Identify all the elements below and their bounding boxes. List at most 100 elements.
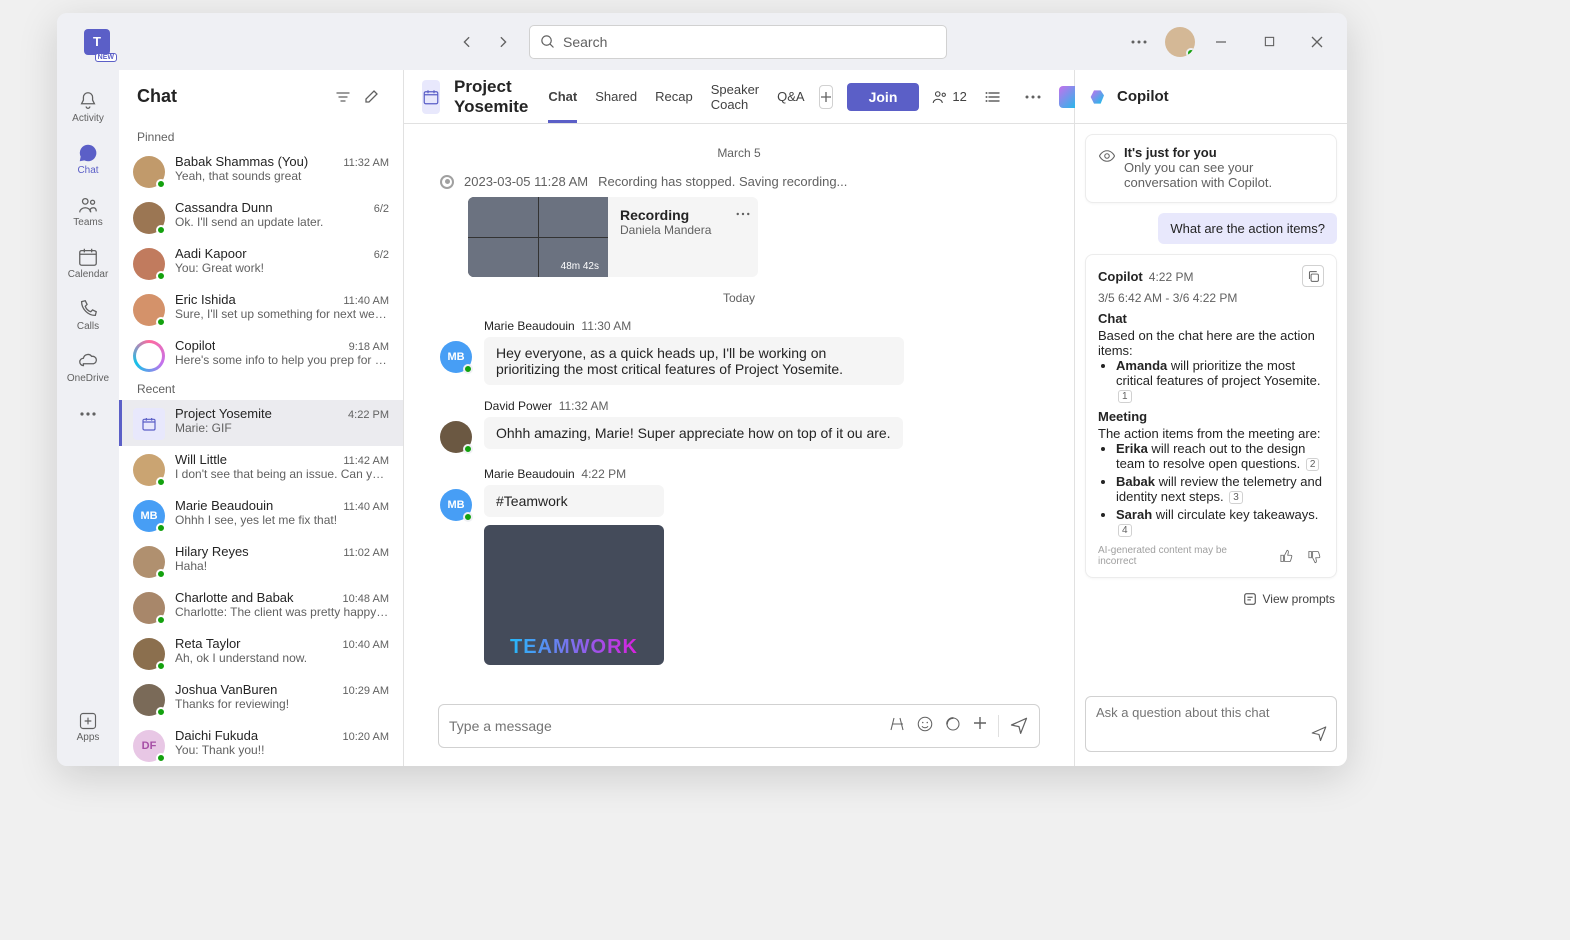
response-meeting-heading: Meeting	[1098, 409, 1324, 424]
copy-button[interactable]	[1302, 265, 1324, 287]
chat-item-avatar	[133, 592, 165, 624]
privacy-card: It's just for you Only you can see your …	[1085, 134, 1337, 203]
message-body: Ohhh amazing, Marie! Super appreciate ho…	[484, 417, 903, 449]
chat-list-item[interactable]: Charlotte and Babak10:48 AMCharlotte: Th…	[119, 584, 403, 630]
attach-button[interactable]	[972, 715, 988, 738]
copilot-input[interactable]	[1085, 696, 1337, 752]
chat-item-name: Babak Shammas (You)	[175, 154, 308, 169]
reference-badge[interactable]: 2	[1306, 458, 1320, 471]
bell-icon	[77, 90, 99, 112]
tab-speaker-coach[interactable]: Speaker Coach	[711, 70, 759, 123]
rail-more[interactable]	[58, 394, 118, 434]
participants-button[interactable]: 12	[931, 88, 966, 106]
message-avatar: MB	[440, 341, 472, 373]
minimize-button[interactable]	[1199, 20, 1243, 64]
recording-more-button[interactable]	[736, 203, 750, 219]
copilot-panel: Copilot It's just for you Only you can s…	[1075, 70, 1347, 766]
ai-disclaimer: AI-generated content may be incorrect	[1098, 545, 1268, 567]
recording-status-text: Recording has stopped. Saving recording.…	[598, 174, 847, 189]
reference-badge[interactable]: 3	[1229, 491, 1243, 504]
roster-button[interactable]	[979, 83, 1007, 111]
tab-shared[interactable]: Shared	[595, 70, 637, 123]
tab-qa[interactable]: Q&A	[777, 70, 804, 123]
more-icon	[79, 412, 97, 416]
message-author: Marie Beaudouin	[484, 467, 575, 481]
chat-list-item[interactable]: Copilot9:18 AMHere's some info to help y…	[119, 332, 403, 377]
copilot-response-card: Copilot4:22 PM 3/5 6:42 AM - 3/6 4:22 PM…	[1085, 254, 1337, 578]
profile-avatar[interactable]	[1165, 27, 1195, 57]
chat-item-time: 10:48 AM	[343, 593, 389, 605]
back-button[interactable]	[453, 28, 481, 56]
close-button[interactable]	[1295, 20, 1339, 64]
chat-list-title: Chat	[137, 86, 329, 107]
new-chat-button[interactable]	[357, 83, 385, 111]
join-button[interactable]: Join	[847, 83, 920, 111]
chat-list-item[interactable]: DFDaichi Fukuda10:20 AMYou: Thank you!!	[119, 722, 403, 766]
message: MB Marie Beaudouin 4:22 PM #Teamwork TEA…	[440, 467, 1038, 665]
reference-badge[interactable]: 4	[1118, 524, 1132, 537]
view-prompts-button[interactable]: View prompts	[1241, 588, 1337, 610]
filter-button[interactable]	[329, 83, 357, 111]
maximize-button[interactable]	[1247, 20, 1291, 64]
chat-list-item[interactable]: Project Yosemite4:22 PMMarie: GIF	[119, 400, 403, 446]
chat-list-item[interactable]: Cassandra Dunn6/2Ok. I'll send an update…	[119, 194, 403, 240]
chat-item-avatar	[133, 408, 165, 440]
chat-header-avatar	[422, 80, 440, 114]
tab-chat[interactable]: Chat	[548, 70, 577, 123]
rail-onedrive[interactable]: OneDrive	[58, 342, 118, 392]
chat-item-avatar	[133, 638, 165, 670]
send-button[interactable]	[1009, 715, 1029, 738]
chat-more-button[interactable]	[1019, 83, 1047, 111]
search-input[interactable]: Search	[529, 25, 947, 59]
emoji-button[interactable]	[916, 715, 934, 738]
chat-item-name: Aadi Kapoor	[175, 246, 247, 261]
teams-icon	[77, 194, 99, 216]
response-meeting-intro: The action items from the meeting are:	[1098, 426, 1324, 441]
tab-recap[interactable]: Recap	[655, 70, 693, 123]
message-time: 11:30 AM	[581, 319, 631, 333]
chat-list-item[interactable]: Hilary Reyes11:02 AMHaha!	[119, 538, 403, 584]
chat-list-item[interactable]: Joshua VanBuren10:29 AMThanks for review…	[119, 676, 403, 722]
people-icon	[931, 88, 949, 106]
format-button[interactable]	[888, 715, 906, 738]
chat-list-item[interactable]: Babak Shammas (You)11:32 AMYeah, that so…	[119, 148, 403, 194]
chat-item-time: 9:18 AM	[349, 341, 389, 353]
chat-item-name: Marie Beaudouin	[175, 498, 273, 513]
message-composer[interactable]	[438, 704, 1040, 748]
date-separator: March 5	[440, 146, 1038, 160]
rail-activity[interactable]: Activity	[58, 82, 118, 132]
forward-button[interactable]	[489, 28, 517, 56]
chat-item-time: 4:22 PM	[348, 409, 389, 421]
copilot-send-button[interactable]	[1310, 724, 1328, 745]
thumbs-up-button[interactable]	[1276, 546, 1296, 566]
rail-apps[interactable]: Apps	[58, 702, 118, 752]
recording-card[interactable]: 48m 42s Recording Daniela Mandera	[468, 197, 758, 277]
chat-item-avatar	[133, 156, 165, 188]
chat-item-name: Charlotte and Babak	[175, 590, 294, 605]
chat-item-name: Hilary Reyes	[175, 544, 249, 559]
section-recent: Recent	[119, 376, 403, 400]
chat-list-item[interactable]: Eric Ishida11:40 AMSure, I'll set up som…	[119, 286, 403, 332]
loop-button[interactable]	[944, 715, 962, 738]
thumbs-down-button[interactable]	[1304, 546, 1324, 566]
chat-item-time: 11:32 AM	[343, 157, 389, 169]
reference-badge[interactable]: 1	[1118, 390, 1132, 403]
gif-attachment[interactable]: TEAMWORK	[484, 525, 664, 665]
rail-calendar[interactable]: Calendar	[58, 238, 118, 288]
chat-item-name: Daichi Fukuda	[175, 728, 258, 743]
composer-input[interactable]	[449, 718, 888, 734]
chat-list-item[interactable]: Reta Taylor10:40 AMAh, ok I understand n…	[119, 630, 403, 676]
chat-list-item[interactable]: MBMarie Beaudouin11:40 AMOhhh I see, yes…	[119, 492, 403, 538]
chat-list-item[interactable]: Will Little11:42 AMI don't see that bein…	[119, 446, 403, 492]
chat-list-item[interactable]: Aadi Kapoor6/2You: Great work!	[119, 240, 403, 286]
recording-status-line: 2023-03-05 11:28 AM Recording has stoppe…	[440, 174, 1038, 189]
rail-teams[interactable]: Teams	[58, 186, 118, 236]
add-tab-button[interactable]	[819, 85, 833, 109]
settings-more-button[interactable]	[1117, 20, 1161, 64]
copilot-textarea[interactable]	[1096, 705, 1326, 735]
chat-list-panel: Chat Pinned Babak Shammas (You)11:32 AMY…	[119, 70, 404, 766]
eye-icon	[1098, 147, 1116, 165]
rail-calls[interactable]: Calls	[58, 290, 118, 340]
chat-item-preview: I don't see that being an issue. Can you…	[175, 467, 389, 481]
rail-chat[interactable]: Chat	[58, 134, 118, 184]
